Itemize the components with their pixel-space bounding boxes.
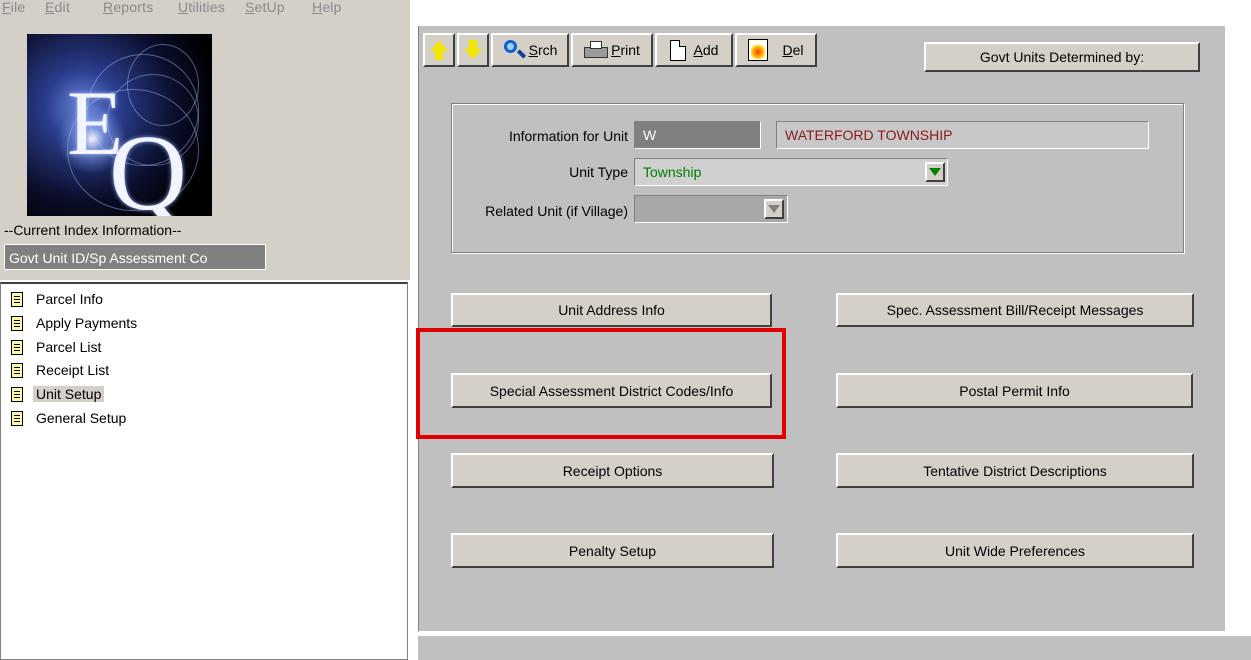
unit-type-select[interactable]: Township: [634, 158, 948, 186]
arrow-down-icon: [464, 40, 482, 59]
govt-units-determined-button[interactable]: Govt Units Determined by:: [924, 42, 1200, 72]
delete-page-icon: [748, 39, 769, 61]
menu-setup[interactable]: SetUp: [245, 0, 285, 15]
unit-type-label: Unit Type: [569, 164, 628, 180]
tree-item-general-setup[interactable]: General Setup: [11, 408, 129, 428]
document-icon: [11, 387, 23, 402]
menu-reports[interactable]: Reports: [103, 0, 153, 15]
logo-letter-q: Q: [109, 114, 187, 216]
document-icon: [11, 363, 23, 378]
menu-utilities[interactable]: Utilities: [178, 0, 225, 15]
document-icon: [11, 340, 23, 355]
delete-button[interactable]: Del: [735, 33, 817, 67]
left-panel: E Q --Current Index Information-- Govt U…: [0, 20, 410, 280]
document-icon: [11, 292, 23, 307]
unit-type-dropdown-icon[interactable]: [925, 162, 945, 182]
prev-record-button[interactable]: [423, 33, 455, 67]
tree-item-unit-setup[interactable]: Unit Setup: [11, 384, 105, 404]
current-index-field: Govt Unit ID/Sp Assessment Co: [4, 244, 266, 270]
eq-logo: E Q: [27, 34, 212, 216]
info-for-unit-label: Information for Unit: [508, 128, 628, 144]
receipt-options-button[interactable]: Receipt Options: [451, 453, 774, 488]
unit-code-field[interactable]: W: [634, 121, 761, 149]
related-unit-label: Related Unit (if Village): [485, 203, 628, 219]
tree-item-parcel-info[interactable]: Parcel Info: [11, 289, 106, 309]
print-button[interactable]: Print: [571, 33, 653, 67]
tree-item-receipt-list[interactable]: Receipt List: [11, 360, 112, 380]
related-unit-dropdown-icon[interactable]: [764, 199, 784, 219]
tree-item-apply-payments[interactable]: Apply Payments: [11, 313, 140, 333]
menu-file[interactable]: File: [2, 0, 25, 15]
spec-assessment-bill-messages-button[interactable]: Spec. Assessment Bill/Receipt Messages: [836, 293, 1194, 327]
navigation-tree: Parcel Info Apply Payments Parcel List R…: [0, 282, 408, 660]
tree-item-parcel-list[interactable]: Parcel List: [11, 337, 104, 357]
status-strip: [418, 636, 1251, 660]
add-button[interactable]: Add: [655, 33, 733, 67]
unit-name-field[interactable]: WATERFORD TOWNSHIP: [776, 121, 1149, 149]
search-icon: [503, 39, 525, 61]
tentative-district-descriptions-button[interactable]: Tentative District Descriptions: [836, 453, 1194, 488]
next-record-button[interactable]: [457, 33, 489, 67]
arrow-up-icon: [430, 41, 448, 60]
menu-help[interactable]: Help: [312, 0, 342, 15]
document-icon: [11, 316, 23, 331]
current-index-label: --Current Index Information--: [4, 222, 182, 238]
new-page-icon: [669, 39, 686, 61]
printer-icon: [584, 41, 609, 59]
postal-permit-info-button[interactable]: Postal Permit Info: [836, 373, 1193, 408]
special-assessment-district-codes-button[interactable]: Special Assessment District Codes/Info: [451, 373, 772, 408]
search-button[interactable]: Srch: [491, 33, 569, 67]
document-icon: [11, 411, 23, 426]
unit-address-info-button[interactable]: Unit Address Info: [451, 293, 772, 327]
menu-edit[interactable]: Edit: [45, 0, 70, 15]
unit-wide-preferences-button[interactable]: Unit Wide Preferences: [836, 533, 1194, 568]
penalty-setup-button[interactable]: Penalty Setup: [451, 533, 774, 568]
